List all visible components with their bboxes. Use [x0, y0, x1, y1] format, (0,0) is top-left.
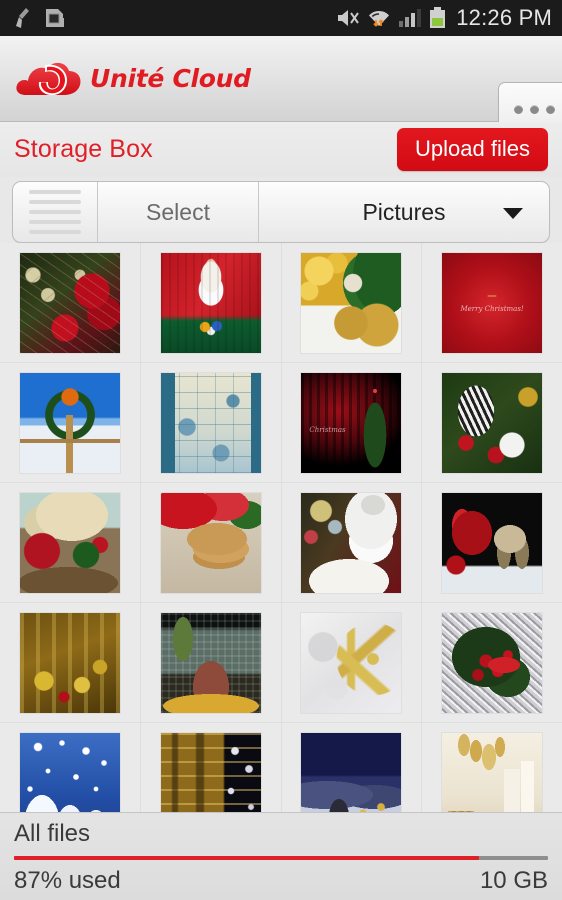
- app-header: Unité Cloud: [0, 36, 562, 136]
- photo-cell[interactable]: [422, 483, 562, 603]
- photo-cell[interactable]: [140, 603, 282, 723]
- photo-cell[interactable]: [422, 363, 562, 483]
- page-title: Storage Box: [14, 135, 153, 163]
- thumbnail-red-berries-silver-tinsel[interactable]: [442, 612, 543, 713]
- thumbnail-santa-reading-letters[interactable]: [301, 492, 402, 593]
- select-button[interactable]: Select: [98, 182, 259, 242]
- sim-card-icon: [46, 9, 64, 27]
- toolbar-container: Select Pictures: [0, 177, 562, 252]
- photo-grid-row: [0, 483, 562, 603]
- percent-used-label: 87% used: [14, 867, 121, 894]
- quota-label: 10 GB: [479, 867, 548, 894]
- photo-cell[interactable]: [0, 483, 141, 603]
- thumbnail-rockefeller-center-tree[interactable]: [160, 612, 261, 713]
- thumbnail-snow-wreath-fence[interactable]: [19, 372, 120, 473]
- storage-footer: All files 87% used 10 GB: [0, 812, 562, 900]
- photo-cell[interactable]: Christmas: [281, 363, 423, 483]
- status-bar-right-icons: 12:26 PM: [336, 5, 552, 31]
- photo-cell[interactable]: [140, 483, 282, 603]
- thumbnail-candles-gold-ornaments[interactable]: [442, 732, 543, 812]
- list-view-icon: [29, 190, 81, 234]
- broom-cleaner-icon: [16, 8, 29, 28]
- overflow-dot-icon: [513, 104, 523, 114]
- thumbnail-gift-basket-candle[interactable]: [19, 492, 120, 593]
- upload-files-button[interactable]: Upload files: [397, 128, 548, 171]
- photo-cell[interactable]: [281, 483, 423, 603]
- photo-cell[interactable]: [0, 723, 141, 812]
- status-bar-left-icons: [14, 7, 66, 29]
- photo-grid-row: [0, 603, 562, 723]
- storage-progress-track: [14, 856, 548, 860]
- chevron-down-icon: [503, 208, 523, 219]
- thumbnail-golden-market-lights[interactable]: [19, 612, 120, 713]
- brand-name: Unité Cloud: [90, 64, 251, 93]
- overflow-dot-icon: [545, 104, 555, 114]
- photo-cell[interactable]: [422, 603, 562, 723]
- photo-cell[interactable]: [0, 603, 141, 723]
- unite-cloud-logo-icon: [16, 62, 81, 95]
- battery-icon: [430, 7, 446, 28]
- brand-logo[interactable]: Unité Cloud: [0, 53, 251, 105]
- photo-cell[interactable]: [140, 723, 282, 812]
- thumbnail-christmas-tree-poinsettia[interactable]: [19, 252, 120, 353]
- photo-grid-row: Christmas: [0, 363, 562, 483]
- status-bar-clock: 12:26 PM: [456, 5, 552, 30]
- folder-picker[interactable]: Pictures: [259, 182, 549, 242]
- thumbnail-santa-sleigh-reindeer[interactable]: [442, 492, 543, 593]
- page-title-row: Storage Box Upload files: [0, 122, 562, 177]
- photo-cell[interactable]: [281, 723, 423, 812]
- photo-cell[interactable]: [0, 243, 141, 363]
- toolbar: Select Pictures: [12, 181, 550, 243]
- wifi-data-transfer-icon: [369, 11, 390, 27]
- thumbnail-merry-christmas-red-card[interactable]: Merry Christmas!: [442, 252, 543, 353]
- thumbnail-gold-snowflake-bokeh[interactable]: [301, 612, 402, 713]
- mute-icon: [338, 10, 360, 26]
- list-view-button[interactable]: [13, 182, 98, 242]
- thumbnail-caption: Christmas: [309, 425, 346, 434]
- thumbnail-caption: Merry Christmas!: [460, 304, 524, 313]
- photo-cell[interactable]: [281, 243, 423, 363]
- thumbnail-cookies-candy-canes[interactable]: [160, 492, 261, 593]
- thumbnail-ornament-wreath-closeup[interactable]: [442, 372, 543, 473]
- photo-grid-row: Merry Christmas!: [0, 243, 562, 363]
- photo-grid-row: [0, 723, 562, 812]
- photo-cell[interactable]: Merry Christmas!: [422, 243, 562, 363]
- all-files-label[interactable]: All files: [14, 813, 548, 848]
- photo-grid[interactable]: Merry Christmas! Christmas: [0, 243, 562, 812]
- photo-cell[interactable]: [422, 723, 562, 812]
- photo-cell[interactable]: [140, 243, 282, 363]
- storage-progress-fill: [14, 856, 479, 860]
- thumbnail-blue-winter-illustration[interactable]: [160, 372, 261, 473]
- photo-cell[interactable]: [140, 363, 282, 483]
- status-bar: 12:26 PM: [0, 0, 562, 36]
- storage-stats-row: 87% used 10 GB: [14, 867, 548, 895]
- photo-cell[interactable]: [0, 363, 141, 483]
- photo-cell[interactable]: [281, 603, 423, 723]
- overflow-dot-icon: [529, 104, 539, 114]
- thumbnail-santa-figurine-gift-sack[interactable]: [160, 252, 261, 353]
- thumbnail-lit-building-stars[interactable]: [160, 732, 261, 812]
- thumbnail-snowfall-blue-trees[interactable]: [19, 732, 120, 812]
- app-screen: 12:26 PM Unité Cloud Storage Box Upload …: [0, 0, 562, 900]
- signal-bars-icon: [399, 9, 422, 27]
- thumbnail-red-curtain-tree[interactable]: Christmas: [301, 372, 402, 473]
- folder-picker-label: Pictures: [362, 198, 446, 225]
- thumbnail-gold-baubles-pine[interactable]: [301, 252, 402, 353]
- thumbnail-snowy-night-village[interactable]: [301, 732, 402, 812]
